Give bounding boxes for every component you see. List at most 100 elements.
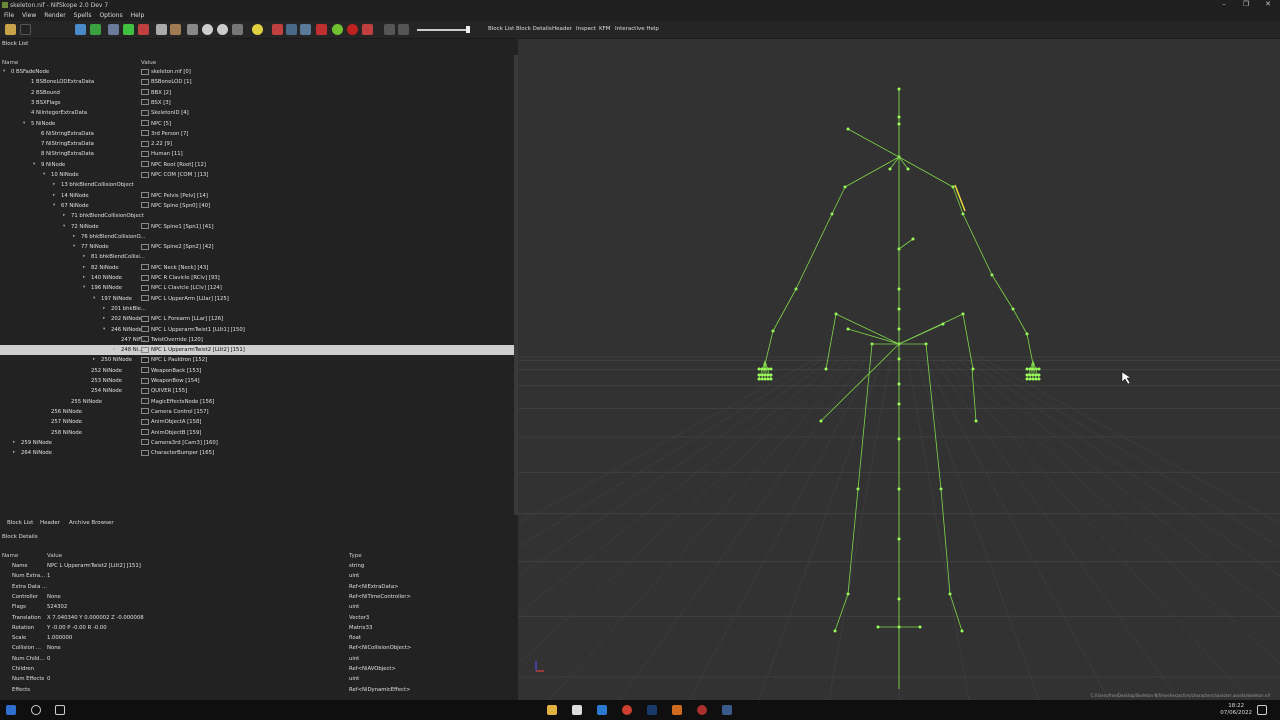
walk-icon[interactable] — [187, 24, 198, 35]
mod-manager-icon[interactable] — [672, 705, 682, 715]
bone-joint[interactable] — [897, 487, 901, 491]
details-row-value[interactable]: 0 — [47, 654, 50, 664]
tree-row[interactable]: ▸ 202 NiNode NPC L Forearm [LLar] [126] — [0, 314, 515, 324]
details-row[interactable]: Translation X 7.040340 Y 0.000002 Z -0.00… — [0, 613, 515, 623]
eye-alt-icon[interactable] — [217, 24, 228, 35]
bone-joint[interactable] — [897, 597, 901, 601]
menu-help[interactable]: Help — [127, 11, 149, 21]
menu-view[interactable]: View — [18, 11, 40, 21]
notepad-icon[interactable] — [572, 705, 582, 715]
bone-joint[interactable] — [897, 115, 901, 119]
bone-joint[interactable] — [1028, 367, 1032, 371]
tree-row[interactable]: 255 NiNode MagicEffectsNode [156] — [0, 397, 515, 407]
bone-joint[interactable] — [897, 357, 901, 361]
start-icon[interactable] — [6, 705, 16, 715]
tree-row[interactable]: ▸ 14 NiNode NPC Pelvis [Pelv] [14] — [0, 191, 515, 201]
tree-row[interactable]: ▸ 264 NiNode CharacterBumper [165] — [0, 448, 515, 458]
bone-joint[interactable] — [897, 537, 901, 541]
chevron-right-icon[interactable]: ▸ — [53, 191, 55, 201]
bone-joint[interactable] — [918, 625, 922, 629]
details-row-value[interactable]: X 7.040340 Y 0.000002 Z -0.000008 — [47, 613, 144, 623]
tree-row[interactable]: 6 NiStringExtraData 3rd Person [7] — [0, 129, 515, 139]
bone-joint[interactable] — [1037, 373, 1041, 377]
tree-row[interactable]: 1 BSBoneLODExtraData BSBoneLOD [1] — [0, 77, 515, 87]
tree-row[interactable]: 3 BSXFlags BSX [3] — [0, 98, 515, 108]
clock[interactable]: 18:22 07/06/2022 — [1220, 703, 1252, 717]
bone-joint[interactable] — [906, 167, 910, 171]
chevron-right-icon[interactable]: ▸ — [63, 211, 65, 221]
close-button[interactable]: ✕ — [1257, 0, 1279, 11]
bone-joint[interactable] — [941, 322, 945, 326]
bone-joint[interactable] — [757, 377, 761, 381]
bone-joint[interactable] — [1034, 377, 1038, 381]
bone-joint[interactable] — [876, 625, 880, 629]
tree-row[interactable]: ▸ 81 bhkBlendCollisi... — [0, 252, 515, 262]
skeleton-icon[interactable] — [316, 24, 327, 35]
chevron-right-icon[interactable]: ▸ — [13, 448, 15, 458]
chevron-down-icon[interactable]: ▾ — [33, 160, 35, 170]
vertex-icon[interactable] — [286, 24, 297, 35]
chevron-right-icon[interactable]: ▸ — [83, 263, 85, 273]
block-list-name-header[interactable]: Name — [2, 60, 18, 66]
grid-icon[interactable] — [108, 24, 119, 35]
chevron-right-icon[interactable]: ▸ — [73, 232, 75, 242]
tree-row[interactable]: ▸ 13 bhkBlendCollisionObject — [0, 180, 515, 190]
details-row-value[interactable]: None — [47, 592, 61, 602]
bone-joint[interactable] — [1037, 377, 1041, 381]
tree-row[interactable]: ▾ 9 NiNode NPC Root [Root] [12] — [0, 160, 515, 170]
bone-joint[interactable] — [897, 287, 901, 291]
bone-joint[interactable] — [897, 122, 901, 126]
bone-joint[interactable] — [897, 307, 901, 311]
tree-row[interactable]: 256 NiNode Camera Control [157] — [0, 407, 515, 417]
tree-row[interactable]: ▾ 10 NiNode NPC COM [COM ] [13] — [0, 170, 515, 180]
tree-row[interactable]: 7 NiStringExtraData 2.22 [9] — [0, 139, 515, 149]
tree-row[interactable]: ▸ 250 NiNode NPC L Pauldron [152] — [0, 355, 515, 365]
details-row[interactable]: Controller None Ref<NiTimeController> — [0, 592, 515, 602]
tree-row[interactable]: ▸ 248 Ni... NPC L UpperarmTwist2 [LUt2] [1… — [0, 345, 515, 356]
steam-icon[interactable] — [647, 705, 657, 715]
block-details-table[interactable]: Name NPC L UpperarmTwist2 [LUt2] [151] str… — [0, 561, 515, 693]
chevron-right-icon[interactable]: ▸ — [103, 304, 105, 314]
cursor-icon[interactable] — [156, 24, 167, 35]
tree-row[interactable]: ▾ 77 NiNode NPC Spine2 [Spn2] [42] — [0, 242, 515, 252]
tab-kfm[interactable]: KFM — [599, 26, 611, 32]
bone-joint[interactable] — [1028, 373, 1032, 377]
constraint-icon[interactable] — [362, 24, 373, 35]
tree-row[interactable]: 254 NiNode QUIVER [155] — [0, 386, 515, 396]
details-row-value[interactable]: 1 — [47, 571, 50, 581]
tree-row[interactable]: ▾ 196 NiNode NPC L Clavicle [LClv] [124] — [0, 283, 515, 293]
tab-block-details[interactable]: Block Details — [516, 26, 552, 32]
bone-joint[interactable] — [897, 437, 901, 441]
bone-joint[interactable] — [757, 373, 761, 377]
details-row[interactable]: Name NPC L UpperarmTwist2 [LUt2] [151] str… — [0, 561, 515, 571]
tree-row[interactable]: 253 NiNode WeaponBow [154] — [0, 376, 515, 386]
cube-icon[interactable] — [170, 24, 181, 35]
bone-joint[interactable] — [824, 367, 828, 371]
chevron-down-icon[interactable]: ▾ — [53, 201, 55, 211]
restore-button[interactable]: ❐ — [1235, 0, 1257, 11]
time-slider-track[interactable] — [417, 29, 470, 31]
bone-joint[interactable] — [1037, 367, 1041, 371]
search-icon[interactable] — [31, 705, 41, 715]
tree-row[interactable]: 247 NiF... TwistOverride [120] — [0, 335, 515, 345]
details-row[interactable]: Extra Data ... Ref<NiExtraData> — [0, 582, 515, 592]
tree-row[interactable]: ▸ 201 bhkBle... — [0, 304, 515, 314]
bone-joint[interactable] — [769, 377, 773, 381]
details-row-value[interactable]: NPC L UpperarmTwist2 [LUt2] [151] — [47, 561, 141, 571]
details-row-value[interactable]: 0 — [47, 674, 50, 684]
bone-joint[interactable] — [1031, 377, 1035, 381]
menu-options[interactable]: Options — [95, 11, 126, 21]
tree-row[interactable]: ▾ 5 NiNode NPC [5] — [0, 119, 515, 129]
tree-row[interactable]: 2 BSBound BBX [2] — [0, 88, 515, 98]
chevron-down-icon[interactable]: ▾ — [83, 283, 85, 293]
tab-header[interactable]: Header — [552, 26, 572, 32]
tree-row[interactable]: ▾ 72 NiNode NPC Spine1 [Spn1] [41] — [0, 222, 515, 232]
details-name-header[interactable]: Name — [2, 553, 18, 559]
tree-row[interactable]: ▸ 71 bhkBlendCollisionObject — [0, 211, 515, 221]
chrome-icon[interactable] — [622, 705, 632, 715]
eye-icon[interactable] — [202, 24, 213, 35]
chevron-right-icon[interactable]: ▸ — [83, 273, 85, 283]
details-row[interactable]: Collision ... None Ref<NiCollisionObject> — [0, 643, 515, 653]
bone-joint[interactable] — [769, 373, 773, 377]
normals-icon[interactable] — [300, 24, 311, 35]
